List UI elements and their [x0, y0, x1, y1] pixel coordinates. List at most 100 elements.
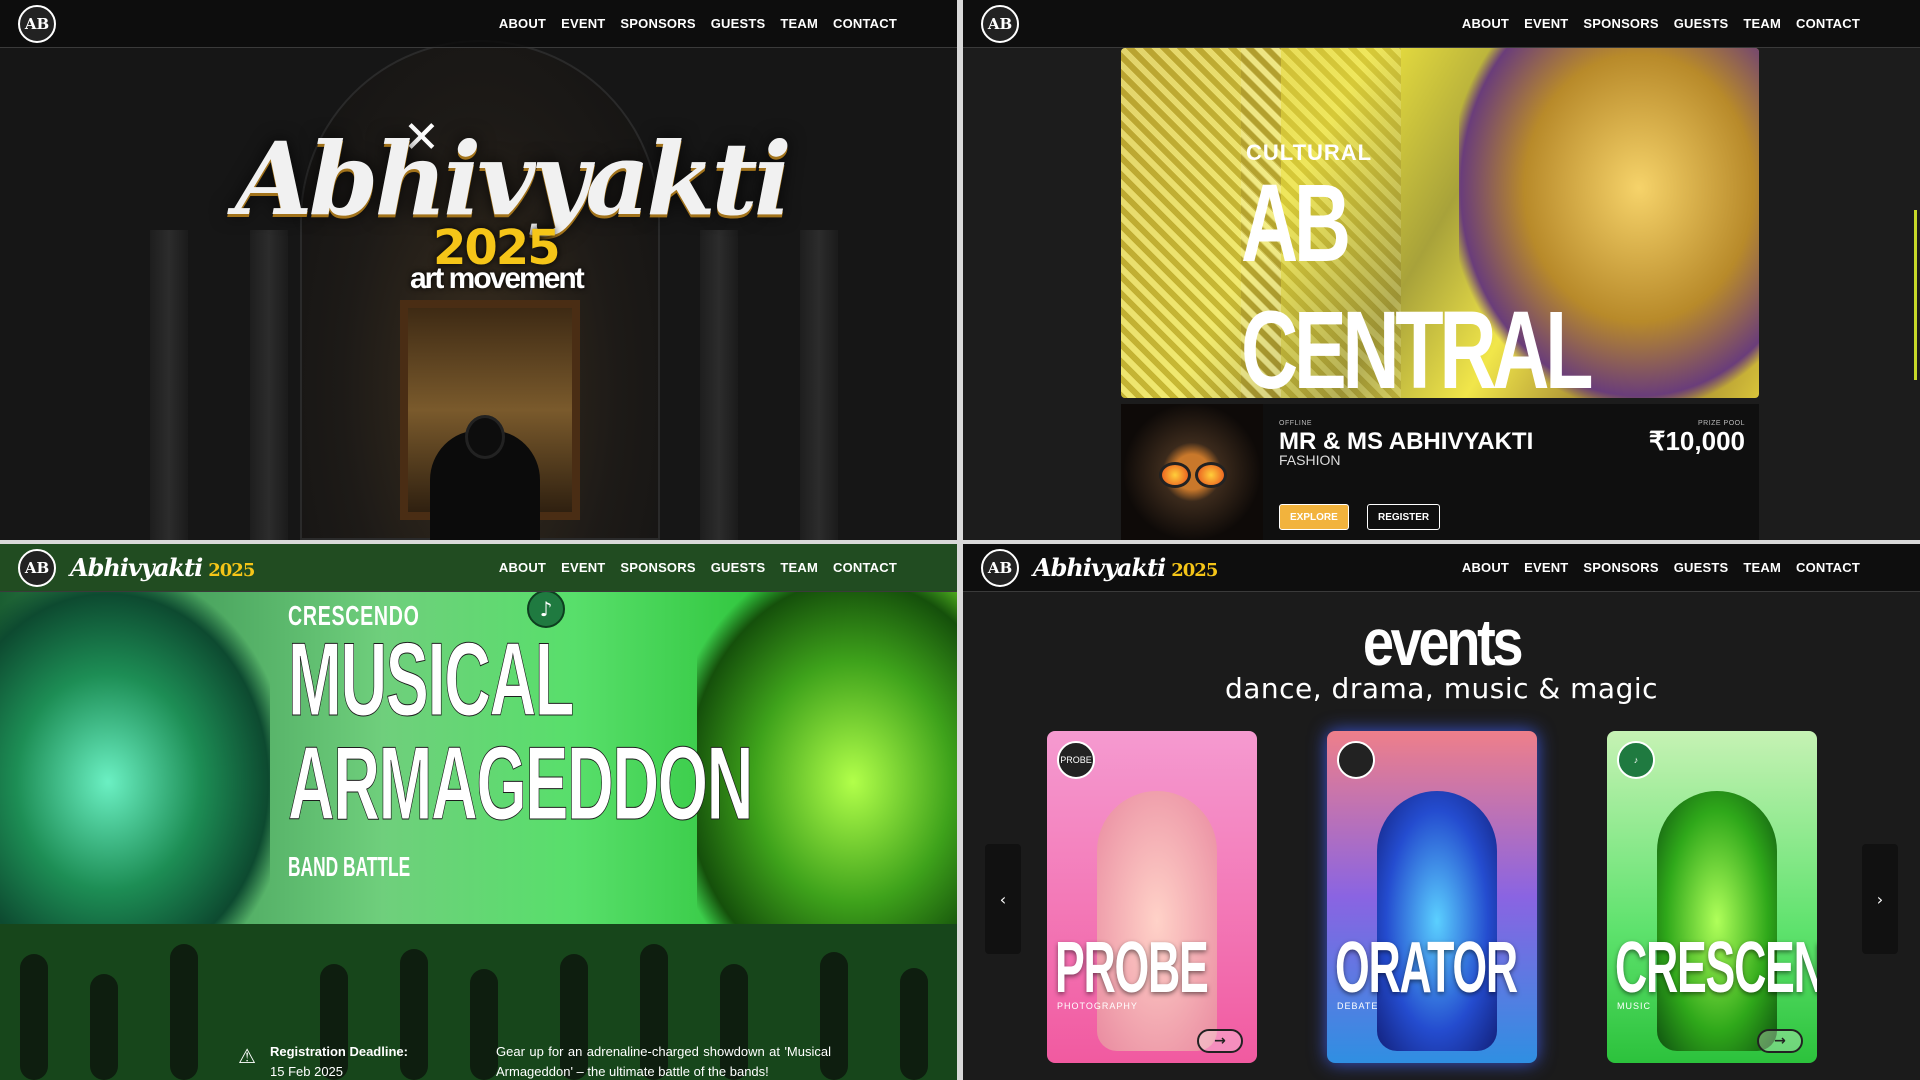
person-head — [465, 415, 505, 459]
statue-image — [1377, 791, 1497, 1051]
nav-sponsors[interactable]: SPONSORS — [620, 560, 695, 575]
register-button[interactable]: REGISTER — [1367, 504, 1441, 530]
nav-menu: ABOUT EVENT SPONSORS GUESTS TEAM CONTACT — [1462, 16, 1860, 31]
statue-left-image — [0, 592, 270, 972]
nav-team[interactable]: TEAM — [780, 560, 818, 575]
drip — [900, 968, 928, 1080]
ab-central-pane: CULTURAL AB CENTRAL OFFLINE MR & MS ABHI… — [963, 0, 1920, 540]
arrow-right-icon[interactable]: → — [1197, 1029, 1243, 1053]
goggle-right — [1195, 462, 1227, 488]
crescendo-description: Gear up for an adrenaline-charged showdo… — [496, 1044, 831, 1079]
nav-about[interactable]: ABOUT — [499, 560, 546, 575]
drip — [20, 954, 48, 1080]
brand-year: 2025 — [1171, 560, 1218, 581]
scrollbar-thumb[interactable] — [1914, 210, 1917, 380]
events-subtitle: dance, drama, music & magic — [1224, 672, 1659, 705]
nav-guests[interactable]: GUESTS — [1674, 16, 1729, 31]
warning-icon: ⚠ — [238, 1044, 256, 1068]
drip — [170, 944, 198, 1080]
drip — [320, 964, 348, 1080]
title-line-1: MUSICAL — [288, 622, 575, 738]
brand-wordmark[interactable]: Abhivyakti 2025 — [1033, 553, 1218, 582]
goggle-left — [1159, 462, 1191, 488]
brand-name: Abhivyakti — [70, 553, 203, 582]
brand-name: Abhivyakti — [1033, 553, 1166, 582]
nav-about[interactable]: ABOUT — [499, 16, 546, 31]
nav-sponsors[interactable]: SPONSORS — [1583, 560, 1658, 575]
ab-central-banner[interactable]: CULTURAL AB CENTRAL — [1121, 48, 1759, 398]
top-nav: AB ABOUT EVENT SPONSORS GUESTS TEAM CONT… — [0, 0, 957, 48]
orator-badge-icon — [1337, 741, 1375, 779]
event-card-orator[interactable]: ORATOR DEBATE — [1327, 731, 1537, 1063]
nav-team[interactable]: TEAM — [1743, 560, 1781, 575]
nav-about[interactable]: ABOUT — [1462, 560, 1509, 575]
nav-menu: ABOUT EVENT SPONSORS GUESTS TEAM CONTACT — [499, 560, 897, 575]
arrow-right-icon[interactable]: → — [1757, 1029, 1803, 1053]
nav-menu: ABOUT EVENT SPONSORS GUESTS TEAM CONTACT — [1462, 560, 1860, 575]
nav-event[interactable]: EVENT — [561, 560, 605, 575]
nav-team[interactable]: TEAM — [780, 16, 818, 31]
nav-sponsors[interactable]: SPONSORS — [620, 16, 695, 31]
banner-title: AB CENTRAL — [1241, 162, 1593, 398]
drip — [400, 949, 428, 1080]
event-card-image — [1121, 404, 1263, 540]
card-category: MUSIC — [1617, 1001, 1651, 1011]
probe-badge: PROBE — [1057, 741, 1095, 779]
nav-guests[interactable]: GUESTS — [711, 16, 766, 31]
music-note-icon: ♪ — [527, 590, 565, 628]
logo[interactable]: AB — [981, 548, 1019, 587]
explore-button[interactable]: EXPLORE — [1279, 504, 1349, 530]
pillar — [150, 230, 188, 540]
nav-sponsors[interactable]: SPONSORS — [1583, 16, 1658, 31]
top-nav: AB Abhivyakti 2025 ABOUT EVENT SPONSORS G… — [963, 544, 1920, 592]
statue-image — [1657, 791, 1777, 1051]
pillar — [800, 230, 838, 540]
drip — [470, 969, 498, 1080]
hero-pane: ✕ Abhivyakti 2025 art movement AB ABOUT … — [0, 0, 957, 540]
deadline-date: 15 Feb 2025 — [270, 1064, 344, 1079]
nav-contact[interactable]: CONTACT — [1796, 16, 1860, 31]
events-pane: events dance, drama, music & magic ‹ › P… — [963, 544, 1920, 1080]
logo[interactable]: AB — [18, 4, 56, 43]
event-card-probe[interactable]: PROBE PROBE PHOTOGRAPHY → — [1047, 731, 1257, 1063]
nav-about[interactable]: ABOUT — [1462, 16, 1509, 31]
crescendo-tag: BAND BATTLE — [288, 851, 411, 882]
title-line-2: ARMAGEDDON — [288, 726, 754, 842]
event-card: OFFLINE MR & MS ABHIVYAKTI FASHION PRIZE… — [1121, 404, 1759, 540]
event-card-category: FASHION — [1279, 452, 1341, 468]
carousel-prev-button[interactable]: ‹ — [985, 844, 1021, 954]
carousel-next-button[interactable]: › — [1862, 844, 1898, 954]
brand-year: 2025 — [208, 560, 255, 581]
nav-guests[interactable]: GUESTS — [711, 560, 766, 575]
nav-contact[interactable]: CONTACT — [1796, 560, 1860, 575]
brand-wordmark[interactable]: Abhivyakti 2025 — [70, 553, 255, 582]
nav-contact[interactable]: CONTACT — [833, 16, 897, 31]
card-name: PROBE — [1055, 928, 1209, 1008]
nav-event[interactable]: EVENT — [1524, 16, 1568, 31]
prize-amount: ₹10,000 — [1648, 426, 1745, 456]
statue-image — [1097, 791, 1217, 1051]
card-name: ORATOR — [1335, 928, 1518, 1008]
card-category: PHOTOGRAPHY — [1057, 1001, 1138, 1011]
top-nav: AB ABOUT EVENT SPONSORS GUESTS TEAM CONT… — [963, 0, 1920, 48]
nav-event[interactable]: EVENT — [561, 16, 605, 31]
nav-menu: ABOUT EVENT SPONSORS GUESTS TEAM CONTACT — [499, 16, 897, 31]
deadline-label: Registration Deadline: — [270, 1044, 408, 1059]
card-category: DEBATE — [1337, 1001, 1379, 1011]
crescendo-title: MUSICAL ARMAGEDDON — [288, 622, 754, 842]
nav-contact[interactable]: CONTACT — [833, 560, 897, 575]
nav-guests[interactable]: GUESTS — [1674, 560, 1729, 575]
event-card-crescendo[interactable]: ♪ CRESCENDO MUSIC → — [1607, 731, 1817, 1063]
card-name: CRESCENDO — [1615, 928, 1817, 1008]
music-note-icon: ♪ — [1617, 741, 1655, 779]
pillar — [250, 230, 288, 540]
top-nav: AB Abhivyakti 2025 ABOUT EVENT SPONSORS G… — [0, 544, 957, 592]
logo[interactable]: AB — [981, 4, 1019, 43]
logo[interactable]: AB — [18, 548, 56, 587]
crescendo-pane: CRESCENDO MUSICAL ARMAGEDDON BAND BATTLE… — [0, 544, 957, 1080]
nav-event[interactable]: EVENT — [1524, 560, 1568, 575]
events-title: events — [1362, 605, 1524, 679]
nav-team[interactable]: TEAM — [1743, 16, 1781, 31]
pillar — [700, 230, 738, 540]
drip — [90, 974, 118, 1080]
